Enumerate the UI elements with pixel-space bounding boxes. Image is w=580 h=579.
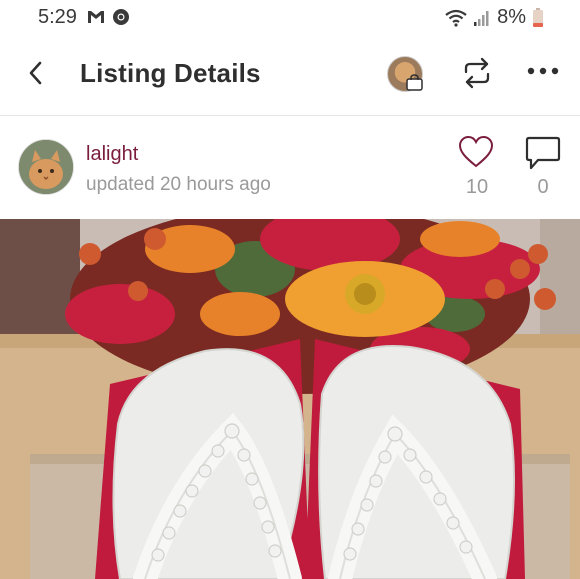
more-icon[interactable] [526, 61, 560, 81]
comment-count: 0 [537, 176, 549, 198]
share-icon[interactable] [460, 56, 494, 90]
updated-time: updated 20 hours ago [86, 174, 271, 195]
comment-icon[interactable] [525, 135, 561, 171]
wifi-icon [445, 9, 467, 27]
signal-icon [474, 10, 489, 26]
app-bar: Listing Details [0, 36, 580, 116]
status-time: 5:29 [38, 6, 77, 28]
seller-row: lalight updated 20 hours ago 10 0 [0, 117, 580, 219]
gmail-icon [88, 11, 104, 23]
battery-percent: 8% [497, 6, 526, 28]
status-bar: 5:29 8% [0, 0, 580, 36]
listing-photo[interactable] [0, 219, 580, 579]
back-arrow-icon[interactable] [22, 58, 52, 88]
listing-photo-illustration [0, 219, 580, 579]
shopping-bag-icon[interactable] [406, 74, 423, 91]
like-count: 10 [465, 176, 489, 198]
chrome-icon [113, 9, 129, 25]
page-title: Listing Details [80, 58, 261, 88]
battery-icon [533, 7, 543, 27]
status-left-icons [86, 8, 130, 26]
heart-icon[interactable] [458, 135, 494, 169]
cat-photo [19, 140, 73, 194]
status-right: 8% [445, 6, 544, 29]
seller-avatar[interactable] [18, 139, 74, 195]
seller-username[interactable]: lalight [86, 143, 138, 166]
